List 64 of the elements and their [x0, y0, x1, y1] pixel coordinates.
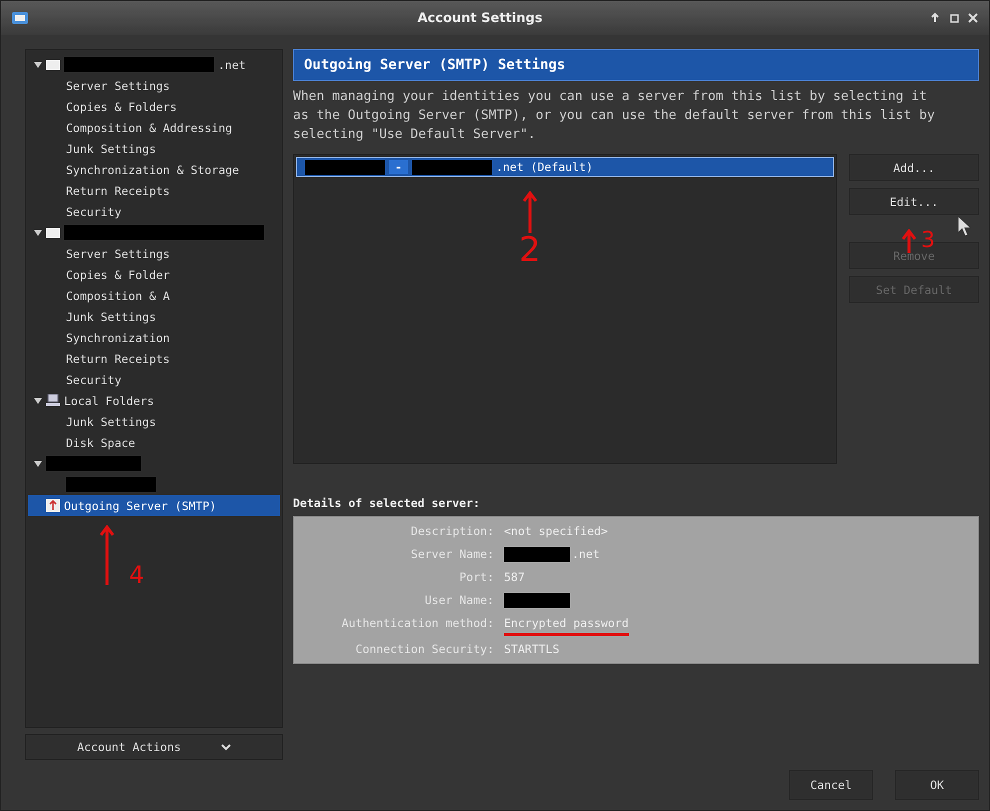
annotation-arrow [901, 229, 917, 253]
tree-item[interactable]: Server Settings [28, 243, 280, 264]
label-text: Local Folders [64, 394, 154, 408]
annotation-number: 2 [519, 233, 541, 267]
mouse-pointer-icon [957, 215, 971, 237]
detail-label: User Name: [424, 592, 494, 609]
tree-item[interactable]: Outgoing Server (SMTP) [28, 495, 280, 516]
app-icon [11, 10, 29, 26]
details-title: Details of selected server: [293, 496, 481, 510]
section-heading: Outgoing Server (SMTP) Settings [293, 49, 979, 81]
server-icon [46, 499, 60, 512]
detail-label: Server Name: [410, 546, 494, 563]
annotation-arrow [99, 525, 115, 585]
label-text: 587 [504, 569, 525, 586]
tree-item[interactable]: Local Folders [28, 390, 280, 411]
tree-item[interactable]: Security [28, 201, 280, 222]
detail-label: Connection Security: [354, 641, 494, 658]
envelope-icon [46, 226, 60, 238]
tree-item[interactable]: Copies & Folders [28, 96, 280, 117]
label-text: .net [572, 546, 600, 563]
tree-item[interactable]: Composition & Addressing [28, 117, 280, 138]
detail-label: Port: [458, 569, 494, 586]
account-actions-button[interactable]: Account Actions [25, 734, 283, 760]
window-title: Account Settings [416, 10, 544, 26]
expand-arrow-icon[interactable] [34, 460, 42, 466]
detail-label: Authentication method: [340, 615, 494, 632]
label-text: .net (Default) [496, 160, 593, 174]
tree-item[interactable]: Copies & Folder [28, 264, 280, 285]
tree-item[interactable]: Security [28, 369, 280, 390]
label-text: STARTTLS [504, 641, 560, 658]
envelope-icon [46, 58, 60, 70]
tree-item[interactable]: Junk Settings [28, 138, 280, 159]
redaction-bar [504, 592, 570, 608]
annotation-number: 4 [129, 563, 144, 587]
label-text: <not specified> [504, 523, 608, 540]
separator-chip: - [389, 160, 408, 174]
tree-item[interactable]: .net [28, 54, 280, 75]
tree-item[interactable]: Server Settings [28, 75, 280, 96]
tree-item[interactable]: Junk Settings [28, 411, 280, 432]
label-text: Encrypted password [504, 615, 629, 632]
dialog-button[interactable]: Cancel [789, 770, 873, 800]
expand-arrow-icon[interactable] [34, 230, 42, 236]
label-text: .net [218, 58, 246, 72]
computer-icon [46, 394, 60, 407]
detail-label: Description: [410, 523, 494, 540]
tree-item[interactable]: Synchronization & Storage [28, 159, 280, 180]
side-button[interactable]: Add... [849, 154, 979, 181]
window-controls-icon[interactable] [931, 12, 979, 24]
annotation-arrow [522, 191, 538, 233]
side-button[interactable]: Edit... [849, 188, 979, 215]
tree-item[interactable]: Synchronization [28, 327, 280, 348]
tree-item[interactable]: Disk Space [28, 432, 280, 453]
redaction-bar [504, 546, 570, 562]
server-row[interactable]: - .net (Default) [296, 157, 834, 177]
chevron-down-icon [220, 744, 231, 750]
tree-item[interactable]: Junk Settings [28, 306, 280, 327]
tree-item[interactable]: Return Receipts [28, 348, 280, 369]
tree-item[interactable]: Composition & A [28, 285, 280, 306]
dialog-button[interactable]: OK [895, 770, 979, 800]
description-text: When managing your identities you can use a server from this list by selecting it as the Outgoing Server (SMTP), or you can use the default server from this list by selecting "Use Default Server". [293, 88, 936, 144]
expand-arrow-icon[interactable] [34, 398, 42, 404]
label-text: Outgoing Server (SMTP) [64, 498, 216, 512]
tree-item[interactable]: Return Receipts [28, 180, 280, 201]
expand-arrow-icon[interactable] [34, 62, 42, 68]
